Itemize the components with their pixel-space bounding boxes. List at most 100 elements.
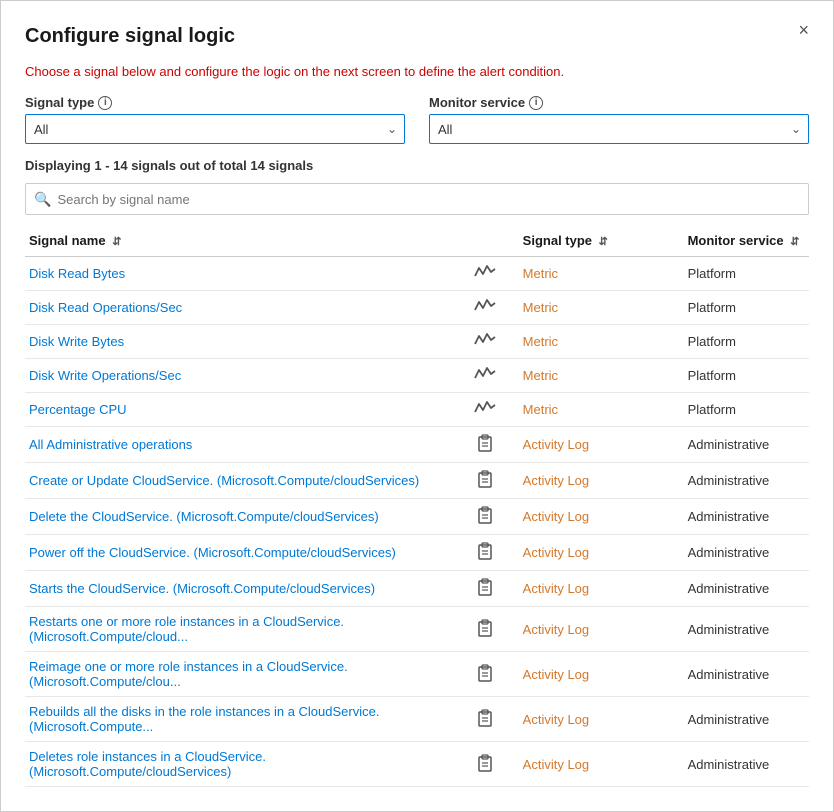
signal-type-label: Signal type i [25, 95, 405, 110]
signal-name-link[interactable]: Reimage one or more role instances in a … [29, 659, 348, 689]
signal-name-link[interactable]: All Administrative operations [29, 437, 192, 452]
spacer-cell [628, 652, 683, 697]
table-row: Delete the CloudService. (Microsoft.Comp… [25, 499, 809, 535]
signal-name-link[interactable]: Rebuilds all the disks in the role insta… [29, 704, 379, 734]
sort-monitor-service-icon[interactable]: ⇵ [790, 236, 799, 248]
table-row: Disk Read Bytes Metric Platform [25, 257, 809, 291]
info-text: Choose a signal below and configure the … [25, 64, 809, 79]
signal-type-cell: Metric [519, 257, 629, 291]
spacer-cell [628, 427, 683, 463]
table-row: Percentage CPU Metric Platform [25, 393, 809, 427]
table-row: Restarts one or more role instances in a… [25, 607, 809, 652]
activity-log-svg-icon [477, 754, 493, 772]
signal-type-cell: Activity Log [519, 535, 629, 571]
metric-svg-icon [474, 400, 496, 416]
signal-type-cell: Activity Log [519, 697, 629, 742]
spacer-cell [628, 291, 683, 325]
metric-icon [456, 359, 518, 393]
signal-name-link[interactable]: Percentage CPU [29, 402, 127, 417]
signal-type-cell: Activity Log [519, 463, 629, 499]
monitor-service-cell: Platform [684, 359, 809, 393]
monitor-service-cell: Administrative [684, 463, 809, 499]
search-input[interactable] [57, 192, 800, 207]
col-header-signal-type: Signal type ⇵ [519, 227, 629, 257]
monitor-service-info-icon[interactable]: i [529, 96, 543, 110]
signal-type-info-icon[interactable]: i [98, 96, 112, 110]
signal-name-link[interactable]: Disk Read Bytes [29, 266, 125, 281]
table-row: Power off the CloudService. (Microsoft.C… [25, 535, 809, 571]
signal-name-link[interactable]: Starts the CloudService. (Microsoft.Comp… [29, 581, 375, 596]
sort-signal-name-icon[interactable]: ⇵ [112, 236, 121, 248]
col-header-signal-name: Signal name ⇵ [25, 227, 456, 257]
activity-log-icon [456, 499, 518, 535]
monitor-service-cell: Platform [684, 325, 809, 359]
metric-icon [456, 257, 518, 291]
table-header-row: Signal name ⇵ Signal type ⇵ Monitor serv… [25, 227, 809, 257]
signal-type-cell: Metric [519, 291, 629, 325]
activity-log-icon [456, 607, 518, 652]
activity-log-svg-icon [477, 619, 493, 637]
spacer-cell [628, 697, 683, 742]
signal-name-link[interactable]: Disk Write Operations/Sec [29, 368, 181, 383]
search-box: 🔍 [25, 183, 809, 215]
table-row: All Administrative operations Activity L… [25, 427, 809, 463]
monitor-service-select-wrapper: All Platform Administrative ⌄ [429, 114, 809, 144]
spacer-cell [628, 607, 683, 652]
monitor-service-cell: Platform [684, 393, 809, 427]
activity-log-svg-icon [477, 542, 493, 560]
signal-name-link[interactable]: Create or Update CloudService. (Microsof… [29, 473, 419, 488]
activity-log-svg-icon [477, 434, 493, 452]
metric-icon [456, 291, 518, 325]
signal-type-cell: Metric [519, 325, 629, 359]
spacer-cell [628, 393, 683, 427]
signal-name-link[interactable]: Disk Write Bytes [29, 334, 124, 349]
monitor-service-cell: Platform [684, 291, 809, 325]
signal-type-select-wrapper: All Metric Activity Log Log ⌄ [25, 114, 405, 144]
col-header-type-icon [456, 227, 518, 257]
signal-name-link[interactable]: Disk Read Operations/Sec [29, 300, 182, 315]
metric-svg-icon [474, 264, 496, 280]
signal-type-cell: Activity Log [519, 607, 629, 652]
search-icon: 🔍 [34, 191, 51, 208]
sort-signal-type-icon[interactable]: ⇵ [599, 236, 608, 248]
signal-type-select[interactable]: All Metric Activity Log Log [25, 114, 405, 144]
activity-log-icon [456, 463, 518, 499]
monitor-service-cell: Platform [684, 257, 809, 291]
configure-signal-dialog: Configure signal logic × Choose a signal… [0, 0, 834, 812]
signal-name-link[interactable]: Delete the CloudService. (Microsoft.Comp… [29, 509, 379, 524]
metric-svg-icon [474, 332, 496, 348]
signal-type-group: Signal type i All Metric Activity Log Lo… [25, 95, 405, 144]
table-row: Disk Write Operations/Sec MetricPlatform [25, 359, 809, 393]
monitor-service-cell: Administrative [684, 535, 809, 571]
table-row: Reimage one or more role instances in a … [25, 652, 809, 697]
monitor-service-cell: Administrative [684, 571, 809, 607]
activity-log-svg-icon [477, 578, 493, 596]
spacer-cell [628, 359, 683, 393]
close-button[interactable]: × [792, 19, 815, 41]
spacer-cell [628, 535, 683, 571]
monitor-service-select[interactable]: All Platform Administrative [429, 114, 809, 144]
signal-type-cell: Activity Log [519, 652, 629, 697]
table-row: Deletes role instances in a CloudService… [25, 742, 809, 787]
metric-svg-icon [474, 366, 496, 382]
monitor-service-cell: Administrative [684, 697, 809, 742]
table-row: Starts the CloudService. (Microsoft.Comp… [25, 571, 809, 607]
activity-log-icon [456, 697, 518, 742]
activity-log-icon [456, 535, 518, 571]
signal-name-link[interactable]: Restarts one or more role instances in a… [29, 614, 344, 644]
col-header-monitor-service: Monitor service ⇵ [684, 227, 809, 257]
table-row: Create or Update CloudService. (Microsof… [25, 463, 809, 499]
signal-type-cell: Metric [519, 393, 629, 427]
activity-log-icon [456, 427, 518, 463]
activity-log-icon [456, 742, 518, 787]
activity-log-svg-icon [477, 506, 493, 524]
signal-name-link[interactable]: Deletes role instances in a CloudService… [29, 749, 266, 779]
table-row: Disk Write Bytes Metric Platform [25, 325, 809, 359]
signal-type-cell: Activity Log [519, 427, 629, 463]
signal-type-cell: Activity Log [519, 742, 629, 787]
filter-row: Signal type i All Metric Activity Log Lo… [25, 95, 809, 144]
monitor-service-cell: Administrative [684, 652, 809, 697]
table-row: Rebuilds all the disks in the role insta… [25, 697, 809, 742]
signal-name-link[interactable]: Power off the CloudService. (Microsoft.C… [29, 545, 396, 560]
signals-table: Signal name ⇵ Signal type ⇵ Monitor serv… [25, 227, 809, 787]
